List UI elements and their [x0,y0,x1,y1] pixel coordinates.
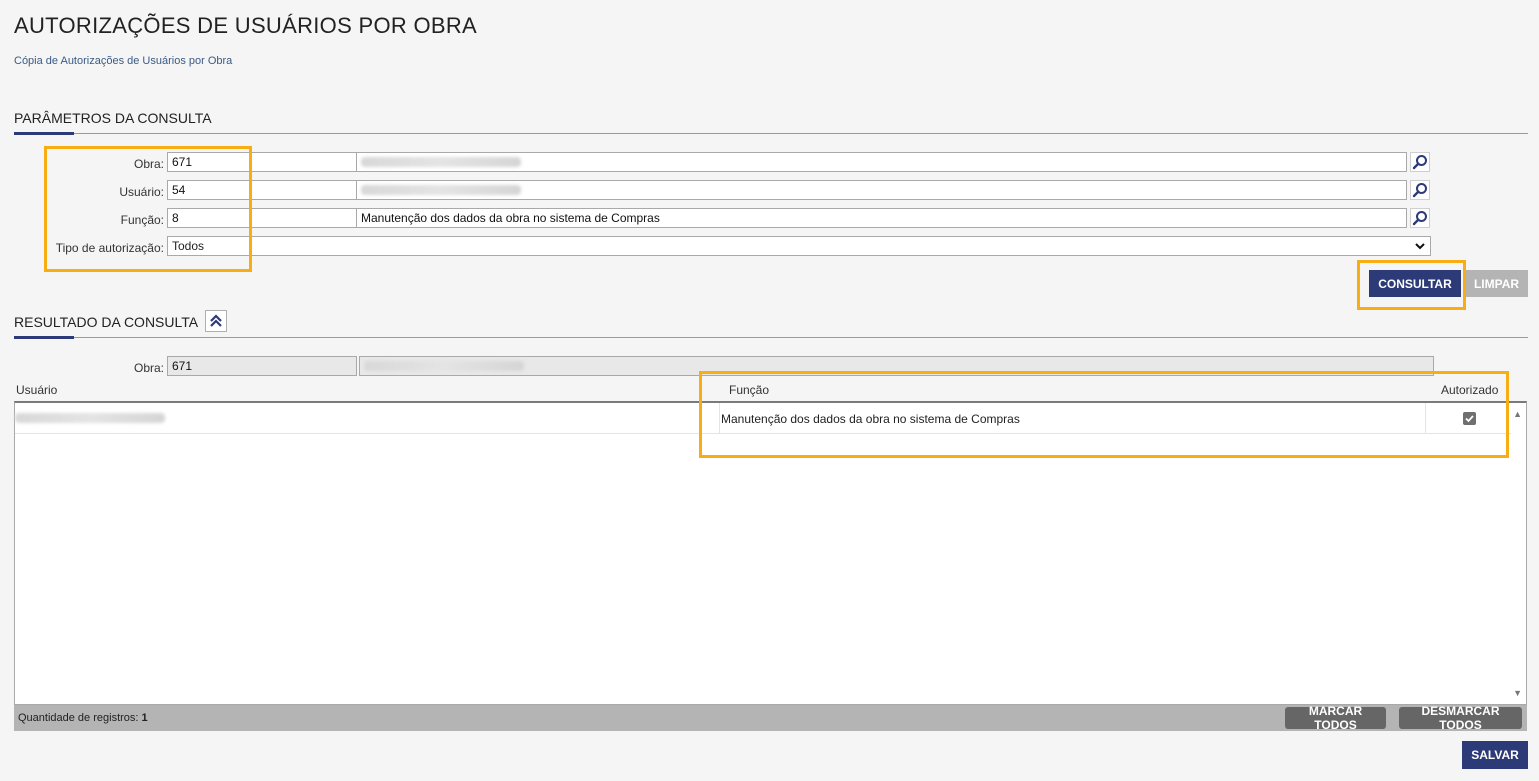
scroll-up-arrow[interactable]: ▲ [1513,409,1522,419]
obra-code-input[interactable]: 671 [167,152,357,172]
usuario-label: Usuário: [119,185,164,199]
desmarcar-todos-button[interactable]: DESMARCAR TODOS [1399,704,1522,732]
page-title: AUTORIZAÇÕES DE USUÁRIOS POR OBRA [14,13,478,38]
usuario-name-input[interactable] [356,180,1407,200]
usuario-name-redacted [361,185,521,195]
funcao-code-input[interactable]: 8 [167,208,357,228]
consultar-button[interactable]: CONSULTAR [1369,270,1461,297]
scroll-down-arrow[interactable]: ▼ [1513,688,1522,698]
results-section-divider [14,337,1528,338]
result-obra-name-redacted [364,361,524,371]
row-autorizado-checkbox[interactable] [1463,412,1476,425]
search-icon [1412,183,1427,198]
grid-footer: Quantidade de registros: 1 MARCAR TODOS … [14,704,1527,732]
record-count-value: 1 [141,712,148,724]
obra-name-redacted [361,157,521,167]
params-section-accent [14,132,74,135]
search-icon [1412,155,1427,170]
result-obra-name [359,356,1434,376]
results-section-accent [14,336,74,339]
funcao-label: Função: [120,213,164,227]
limpar-button[interactable]: LIMPAR [1465,270,1528,297]
usuario-code-input[interactable]: 54 [167,180,357,200]
row-funcao-cell: Manutenção dos dados da obra no sistema … [721,412,1020,426]
params-section-header: PARÂMETROS DA CONSULTA [14,110,212,126]
search-icon [1412,211,1427,226]
salvar-button[interactable]: SALVAR [1462,741,1528,769]
obra-label: Obra: [133,157,164,171]
column-header-usuario: Usuário [16,383,58,397]
result-obra-label: Obra: [133,361,164,375]
column-header-autorizado: Autorizado [1441,383,1499,397]
results-section-header: RESULTADO DA CONSULTA [14,314,199,330]
results-grid: Manutenção dos dados da obra no sistema … [14,401,1527,705]
marcar-todos-button[interactable]: MARCAR TODOS [1285,704,1386,732]
obra-lookup-button[interactable] [1410,152,1430,172]
cell-separator [1425,403,1426,433]
result-obra-code: 671 [167,356,357,376]
column-header-funcao: Função [729,383,770,397]
tipo-autorizacao-select[interactable]: Todos [167,236,1431,256]
funcao-lookup-button[interactable] [1410,208,1430,228]
chevron-down-icon [1415,243,1425,250]
double-chevron-up-icon [210,314,222,327]
params-section-divider [14,133,1528,134]
cell-separator [719,403,720,433]
checkmark-icon [1465,415,1474,423]
record-count: Quantidade de registros: 1 [18,712,148,724]
obra-name-input[interactable] [356,152,1407,172]
tipo-autorizacao-label: Tipo de autorização: [55,241,164,255]
record-count-label: Quantidade de registros: [18,712,139,724]
tipo-autorizacao-value: Todos [172,239,205,253]
collapse-results-button[interactable] [205,310,227,332]
table-row[interactable]: Manutenção dos dados da obra no sistema … [15,403,1511,434]
copy-authorizations-link[interactable]: Cópia de Autorizações de Usuários por Ob… [14,55,232,67]
funcao-description-input[interactable]: Manutenção dos dados da obra no sistema … [356,208,1407,228]
usuario-lookup-button[interactable] [1410,180,1430,200]
row-usuario-redacted [15,413,165,423]
